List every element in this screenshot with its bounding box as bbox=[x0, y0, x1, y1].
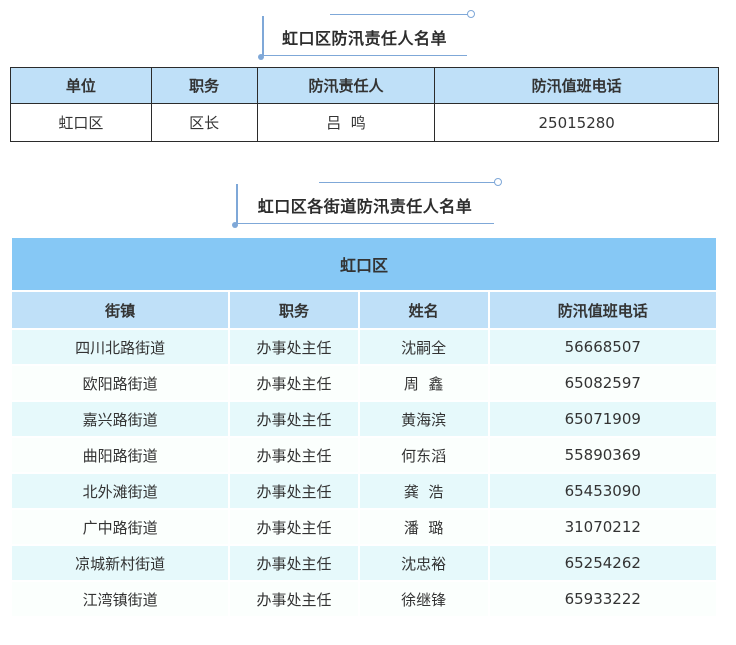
cell-street: 广中路街道 bbox=[9, 508, 231, 546]
table-row: 嘉兴路街道 办事处主任 黄海滨 65071909 bbox=[9, 400, 719, 438]
cell-street: 凉城新村街道 bbox=[9, 544, 231, 582]
cell-street: 江湾镇街道 bbox=[9, 580, 231, 618]
column-header-position: 职务 bbox=[150, 67, 258, 104]
column-header-unit: 单位 bbox=[10, 67, 152, 104]
cell-phone: 65453090 bbox=[487, 472, 719, 510]
cell-position: 办事处主任 bbox=[228, 544, 360, 582]
title-dot-icon bbox=[232, 222, 238, 228]
cell-position: 办事处主任 bbox=[228, 508, 360, 546]
table-header-row: 单位 职务 防汛责任人 防汛值班电话 bbox=[10, 67, 719, 104]
table-row: 江湾镇街道 办事处主任 徐继锋 65933222 bbox=[9, 580, 719, 618]
table-row: 北外滩街道 办事处主任 龚 浩 65453090 bbox=[9, 472, 719, 510]
column-header-phone: 防汛值班电话 bbox=[434, 67, 719, 104]
section1-title: 虹口区防汛责任人名单 bbox=[281, 29, 447, 48]
cell-phone: 56668507 bbox=[487, 328, 719, 366]
cell-position: 办事处主任 bbox=[228, 400, 360, 438]
cell-position: 区长 bbox=[150, 103, 258, 142]
cell-phone: 65071909 bbox=[487, 400, 719, 438]
cell-position: 办事处主任 bbox=[228, 436, 360, 474]
cell-phone: 55890369 bbox=[487, 436, 719, 474]
cell-position: 办事处主任 bbox=[228, 328, 360, 366]
title-dot-icon bbox=[258, 54, 264, 60]
title-ring-icon bbox=[494, 178, 502, 186]
cell-street: 曲阳路街道 bbox=[9, 436, 231, 474]
title-accent-line bbox=[319, 182, 500, 183]
district-leader-table: 单位 职务 防汛责任人 防汛值班电话 虹口区 区长 吕 鸣 25015280 bbox=[10, 67, 719, 142]
table-row: 凉城新村街道 办事处主任 沈忠裕 65254262 bbox=[9, 544, 719, 582]
cell-name: 龚 浩 bbox=[357, 472, 490, 510]
cell-phone: 65933222 bbox=[487, 580, 719, 618]
street-leader-table: 虹口区 街镇 职务 姓名 防汛值班电话 四川北路街道 办事处主任 沈嗣全 566… bbox=[9, 236, 719, 618]
cell-name: 何东滔 bbox=[357, 436, 490, 474]
cell-phone: 31070212 bbox=[487, 508, 719, 546]
column-header-phone: 防汛值班电话 bbox=[487, 290, 719, 330]
cell-position: 办事处主任 bbox=[228, 472, 360, 510]
cell-street: 北外滩街道 bbox=[9, 472, 231, 510]
cell-phone: 25015280 bbox=[434, 103, 719, 142]
table-row: 四川北路街道 办事处主任 沈嗣全 56668507 bbox=[9, 328, 719, 366]
cell-phone: 65082597 bbox=[487, 364, 719, 402]
table-header-row: 街镇 职务 姓名 防汛值班电话 bbox=[9, 290, 719, 330]
cell-street: 嘉兴路街道 bbox=[9, 400, 231, 438]
cell-street: 欧阳路街道 bbox=[9, 364, 231, 402]
district-header-row: 虹口区 bbox=[10, 236, 718, 292]
column-header-person: 防汛责任人 bbox=[256, 67, 436, 104]
cell-name: 潘 璐 bbox=[357, 508, 490, 546]
cell-name: 徐继锋 bbox=[357, 580, 490, 618]
cell-name: 沈嗣全 bbox=[357, 328, 490, 366]
table-row: 曲阳路街道 办事处主任 何东滔 55890369 bbox=[9, 436, 719, 474]
cell-position: 办事处主任 bbox=[228, 580, 360, 618]
cell-name: 黄海滨 bbox=[357, 400, 490, 438]
title-ring-icon bbox=[467, 10, 475, 18]
cell-phone: 65254262 bbox=[487, 544, 719, 582]
cell-person: 吕 鸣 bbox=[256, 103, 436, 142]
column-header-position: 职务 bbox=[228, 290, 360, 330]
cell-unit: 虹口区 bbox=[10, 103, 152, 142]
district-heading: 虹口区 bbox=[10, 236, 718, 292]
cell-street: 四川北路街道 bbox=[9, 328, 231, 366]
title-accent-line bbox=[329, 14, 473, 15]
table-row: 广中路街道 办事处主任 潘 璐 31070212 bbox=[9, 508, 719, 546]
section2-title: 虹口区各街道防汛责任人名单 bbox=[257, 197, 473, 216]
cell-position: 办事处主任 bbox=[228, 364, 360, 402]
column-header-street: 街镇 bbox=[9, 290, 231, 330]
table-row: 虹口区 区长 吕 鸣 25015280 bbox=[10, 103, 719, 142]
cell-name: 沈忠裕 bbox=[357, 544, 490, 582]
cell-name: 周 鑫 bbox=[357, 364, 490, 402]
section1-title-badge: 虹口区防汛责任人名单 bbox=[258, 10, 475, 60]
column-header-name: 姓名 bbox=[357, 290, 490, 330]
table-row: 欧阳路街道 办事处主任 周 鑫 65082597 bbox=[9, 364, 719, 402]
section2-title-badge: 虹口区各街道防汛责任人名单 bbox=[232, 178, 502, 228]
